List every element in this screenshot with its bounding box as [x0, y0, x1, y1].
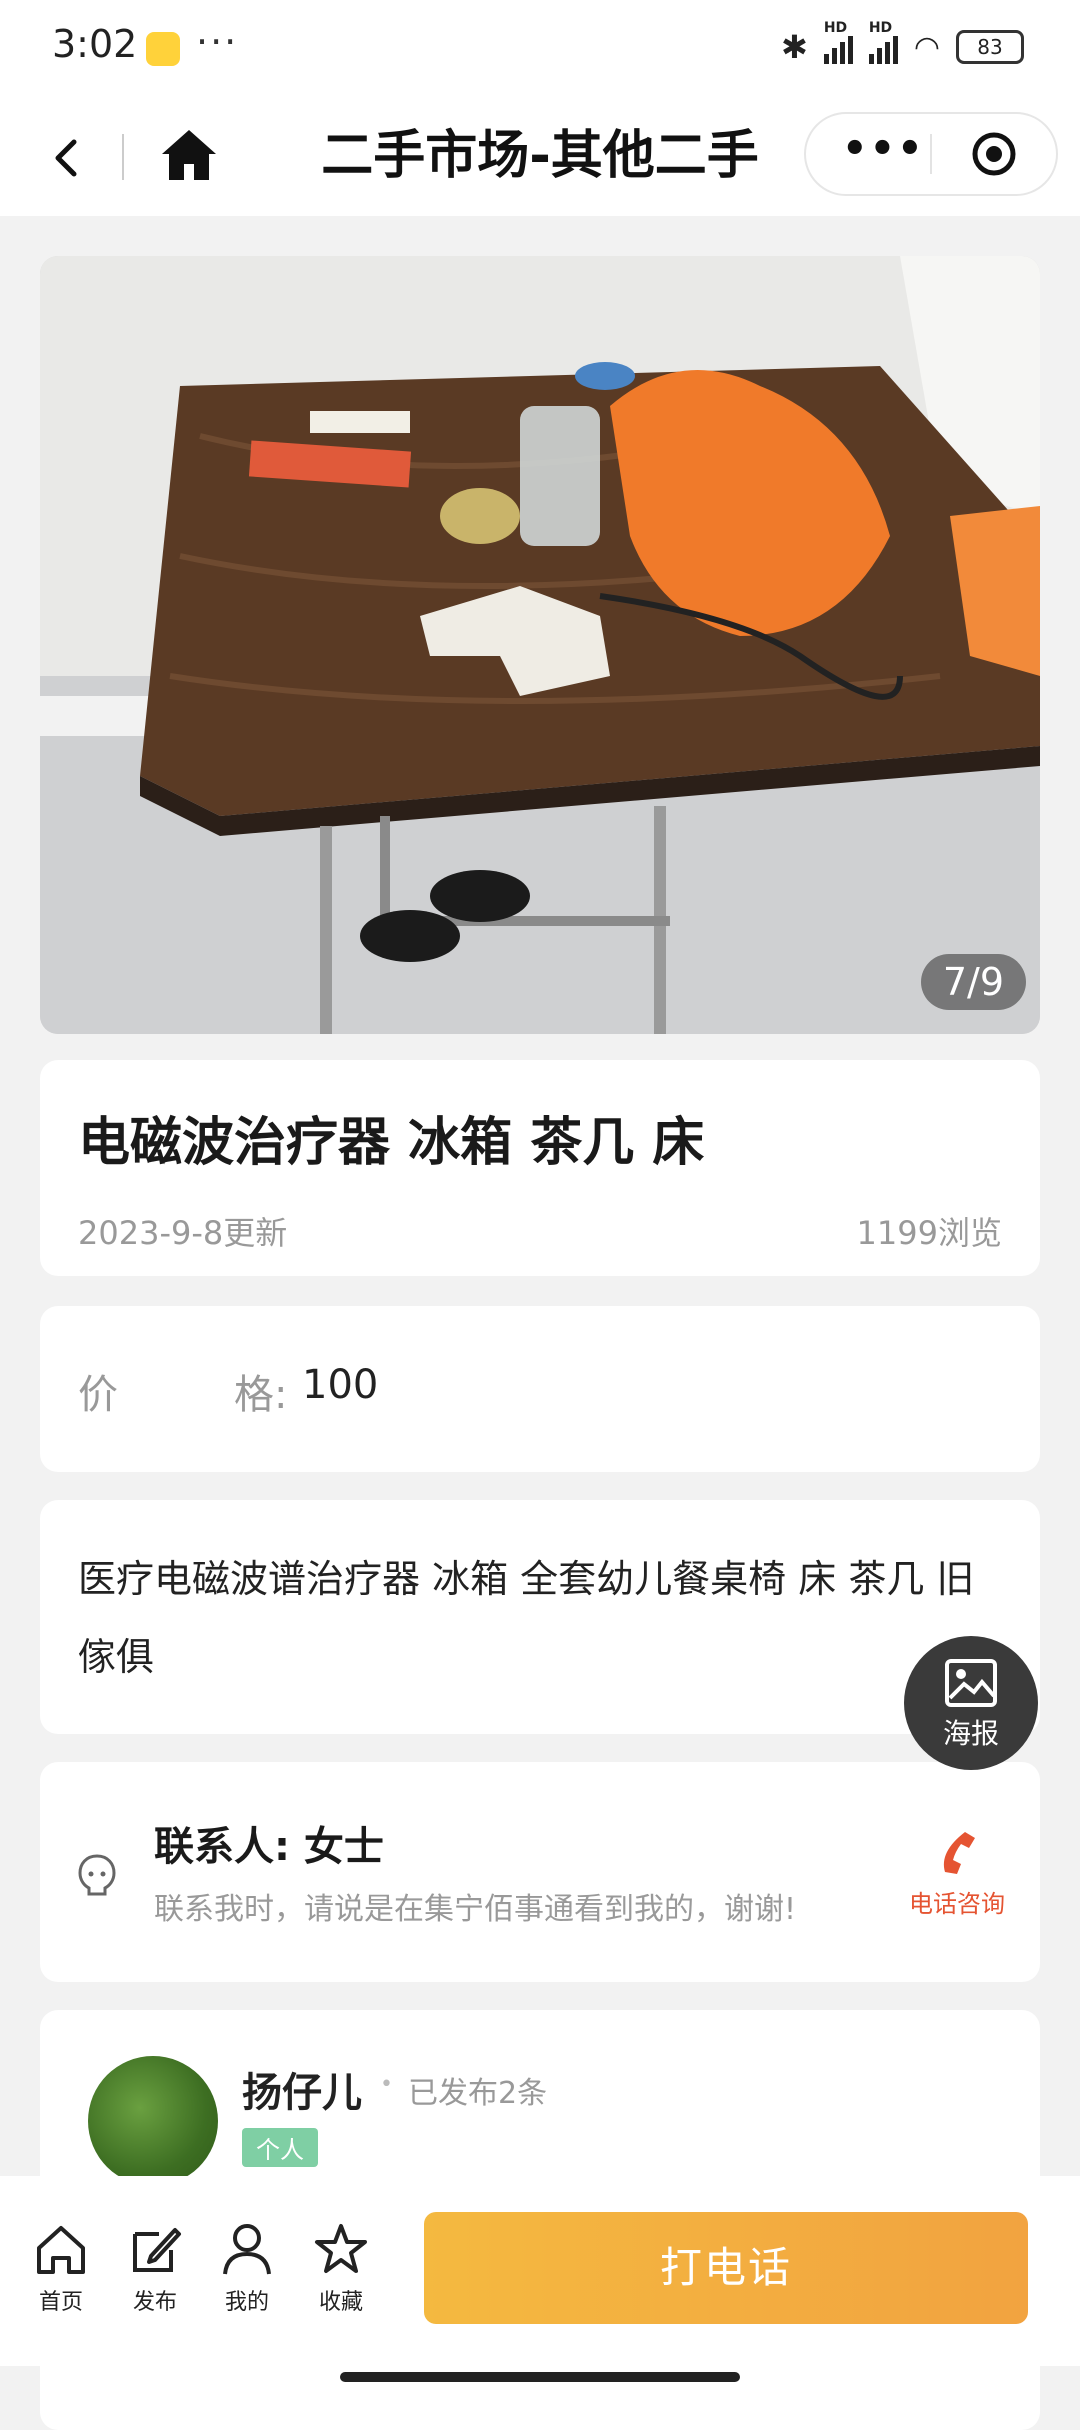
nav-bar: 二手市场-其他二手 •••: [0, 100, 1080, 216]
signal-icon-1: HD: [823, 20, 853, 64]
tab-publish-label: 发布: [132, 2290, 177, 2315]
wifi-icon: ◠: [913, 29, 940, 65]
photo-counter: 7/9: [920, 954, 1026, 1010]
home-icon: [37, 2226, 85, 2274]
tab-favorites[interactable]: 收藏: [296, 2222, 386, 2316]
edit-icon: [133, 2228, 181, 2272]
post-count: 已发布2条: [408, 2076, 548, 2111]
nav-divider: [122, 134, 124, 180]
status-bar: 3:02 ··· ✱ HD HD ◠ 83: [0, 0, 1080, 100]
description-card: 医疗电磁波谱治疗器 冰箱 全套幼儿餐桌椅 床 茶几 旧傢俱: [40, 1500, 1040, 1734]
call-consult-button[interactable]: 电话咨询: [902, 1828, 1012, 1919]
image-icon: [945, 1659, 997, 1707]
tab-favorites-label: 收藏: [318, 2290, 363, 2315]
tab-home-label: 首页: [38, 2290, 83, 2315]
publisher-type-badge: 个人: [242, 2128, 318, 2167]
more-notifications-icon: ···: [196, 20, 239, 64]
page-title: 二手市场-其他二手: [321, 126, 759, 186]
avatar[interactable]: [88, 2056, 218, 2186]
contact-hint: 联系我时，请说是在集宁佰事通看到我的，谢谢!: [154, 1892, 797, 1927]
price-value: 100: [302, 1362, 379, 1408]
back-icon[interactable]: [40, 130, 96, 186]
call-button[interactable]: 打电话: [424, 2212, 1028, 2324]
price-label-char2: 格:: [234, 1372, 288, 1418]
dot-separator: •: [380, 2072, 393, 2097]
star-icon: [315, 2224, 367, 2273]
app-notification-icon: [146, 32, 180, 66]
status-time: 3:02: [52, 22, 138, 66]
more-menu-icon[interactable]: •••: [842, 126, 925, 172]
contact-card: 联系人: 女士 联系我时，请说是在集宁佰事通看到我的，谢谢! 电话咨询: [40, 1762, 1040, 1982]
tab-mine[interactable]: 我的: [202, 2222, 292, 2316]
bluetooth-icon: ✱: [781, 28, 808, 66]
contact-name: 联系人: 女士: [154, 1824, 384, 1870]
bottom-action-bar: 首页 发布 我的 收藏 打电话: [0, 2176, 1080, 2366]
update-date: 2023-9-8更新: [78, 1214, 288, 1252]
status-icons: ✱ HD HD ◠ 83: [781, 20, 1024, 66]
item-photo: [40, 256, 1040, 1034]
contact-person-icon: [78, 1854, 116, 1896]
signal-icon-2: HD: [868, 20, 898, 64]
item-photo-carousel[interactable]: 7/9: [40, 256, 1040, 1034]
poster-label: 海报: [942, 1717, 999, 1750]
phone-icon: [943, 1832, 975, 1874]
user-icon: [223, 2224, 271, 2275]
home-icon[interactable]: [158, 124, 220, 186]
home-indicator[interactable]: [340, 2372, 740, 2382]
capsule-divider: [930, 134, 932, 174]
poster-button[interactable]: 海报: [904, 1636, 1038, 1770]
battery-icon: 83: [956, 30, 1024, 64]
view-count: 1199浏览: [856, 1214, 1002, 1252]
tab-home[interactable]: 首页: [16, 2222, 106, 2316]
miniprogram-capsule: •••: [804, 112, 1058, 196]
tab-publish[interactable]: 发布: [110, 2222, 200, 2316]
tab-mine-label: 我的: [224, 2290, 269, 2315]
call-consult-label: 电话咨询: [909, 1890, 1005, 1918]
item-title: 电磁波治疗器 冰箱 茶几 床: [78, 1113, 705, 1173]
item-description: 医疗电磁波谱治疗器 冰箱 全套幼儿餐桌椅 床 茶几 旧傢俱: [78, 1557, 975, 1679]
close-miniprogram-icon[interactable]: [970, 130, 1018, 178]
price-card: 价 格: 100: [40, 1306, 1040, 1472]
price-label-char1: 价: [78, 1372, 118, 1418]
publisher-name: 扬仔儿: [242, 2070, 362, 2116]
item-title-card: 电磁波治疗器 冰箱 茶几 床 2023-9-8更新 1199浏览: [40, 1060, 1040, 1276]
